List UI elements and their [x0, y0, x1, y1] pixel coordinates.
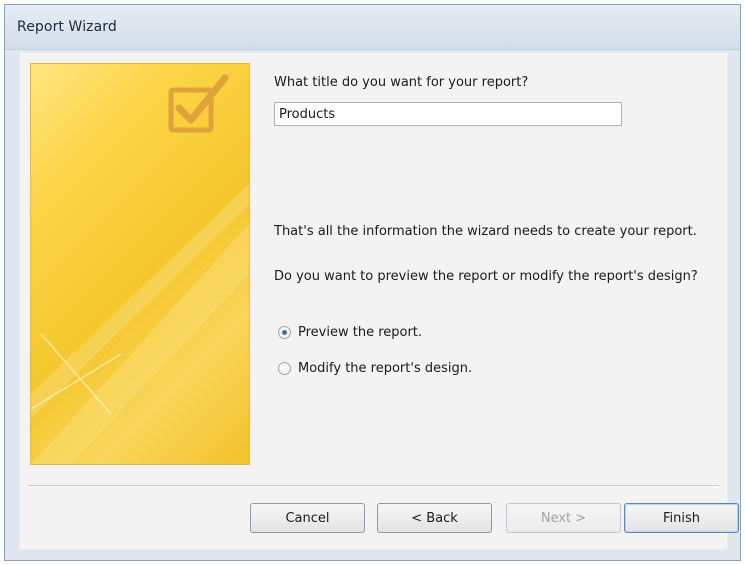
window-title: Report Wizard: [17, 19, 117, 35]
next-button[interactable]: Next >: [506, 503, 621, 533]
modify-option-label: Modify the report's design.: [298, 360, 473, 376]
wizard-banner: [30, 63, 250, 465]
wizard-body: What title do you want for your report? …: [19, 52, 739, 550]
preview-question: Do you want to preview the report or mod…: [274, 269, 698, 284]
preview-option-label: Preview the report.: [298, 324, 423, 340]
title-bar[interactable]: Report Wizard: [5, 5, 740, 50]
back-button[interactable]: < Back: [377, 503, 492, 533]
checkbox-check-icon: [168, 74, 229, 133]
modify-radio[interactable]: [278, 361, 291, 375]
finish-button[interactable]: Finish: [624, 503, 739, 533]
cancel-button[interactable]: Cancel: [250, 503, 365, 533]
separator: [28, 485, 719, 487]
report-wizard-dialog: Report Wizard What title do you want for…: [4, 4, 741, 561]
report-title-input[interactable]: [274, 102, 622, 126]
info-text: That's all the information the wizard ne…: [274, 224, 697, 239]
banner-graphic: [31, 74, 249, 464]
preview-option[interactable]: Preview the report.: [278, 323, 422, 341]
title-prompt: What title do you want for your report?: [274, 75, 529, 90]
preview-radio[interactable]: [278, 325, 291, 339]
modify-option[interactable]: Modify the report's design.: [278, 359, 472, 377]
